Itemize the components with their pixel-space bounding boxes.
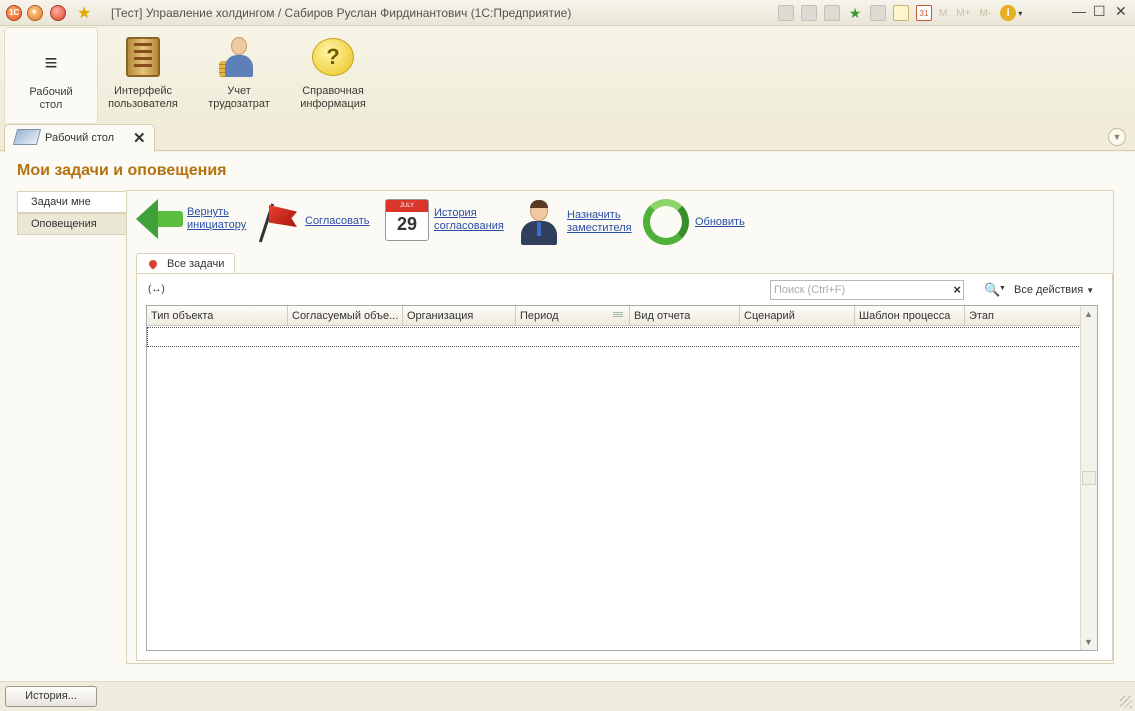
column-header[interactable]: Шаблон процесса	[855, 306, 965, 326]
status-bar: История...	[0, 682, 1135, 711]
memory-button-m[interactable]: M	[939, 8, 947, 19]
refresh-link[interactable]: Обновить	[695, 216, 745, 229]
section-labor-costs[interactable]: Учет трудозатрат	[196, 27, 282, 123]
table-row[interactable]	[147, 327, 1081, 347]
column-header[interactable]: Этап	[965, 306, 1081, 326]
search-field[interactable]: ×	[770, 280, 964, 300]
calendar-small-icon[interactable]: 31	[916, 5, 932, 21]
all-tasks-panel: (↔) × 🔍 ▼ Все действия ▼ Тип объекта Сог…	[136, 273, 1113, 661]
column-header-sorted[interactable]: Период	[516, 306, 630, 326]
section-label: Учет трудозатрат	[208, 85, 270, 110]
print-icon[interactable]	[801, 5, 817, 21]
approve-link[interactable]: Согласовать	[305, 215, 369, 228]
tasks-table: Тип объекта Согласуемый объе... Организа…	[146, 305, 1098, 651]
column-header[interactable]: Вид отчета	[630, 306, 740, 326]
calculator-icon[interactable]	[893, 5, 909, 21]
section-desktop[interactable]: ≡ Рабочий стол	[4, 27, 98, 123]
tab-desktop[interactable]: Рабочий стол ✕	[4, 124, 155, 152]
info-dropdown-icon[interactable]: ▾	[1018, 9, 1022, 18]
info-icon[interactable]: i	[1000, 5, 1017, 21]
scroll-thumb[interactable]	[1082, 471, 1096, 485]
column-label: Период	[520, 310, 559, 322]
resize-grip-icon[interactable]	[1120, 696, 1132, 708]
preview-icon[interactable]	[824, 5, 840, 21]
column-header[interactable]: Организация	[403, 306, 516, 326]
vertical-scrollbar[interactable]: ▲ ▼	[1080, 306, 1097, 650]
clear-search-icon[interactable]: ×	[953, 282, 961, 297]
title-bar: 1C ▾ ★ [Тест] Управление холдингом / Саб…	[0, 0, 1135, 26]
favorites-star-icon[interactable]: ★	[77, 3, 91, 23]
section-label: Справочная информация	[300, 85, 366, 110]
return-to-initiator-link[interactable]: Вернуть инициатору	[187, 206, 246, 232]
manager-icon	[517, 199, 561, 245]
all-actions-menu[interactable]: Все действия ▼	[1014, 284, 1094, 296]
approval-history-action[interactable]: JULY SATURDAY 29 История согласования	[385, 199, 504, 241]
menu-icon: ≡	[44, 50, 58, 75]
column-header[interactable]: Сценарий	[740, 306, 855, 326]
tasks-panel: Вернуть инициатору Согласовать JULY SATU…	[126, 190, 1114, 664]
approval-history-link[interactable]: История согласования	[434, 207, 504, 233]
back-arrow-icon	[136, 199, 184, 239]
window-title: [Тест] Управление холдингом / Сабиров Ру…	[111, 6, 572, 20]
window-close-icon[interactable]: ✕	[1115, 3, 1127, 20]
assign-deputy-action[interactable]: Назначить заместителя	[517, 199, 632, 245]
section-user-interface[interactable]: Интерфейс пользователя	[98, 27, 188, 123]
scroll-up-icon[interactable]: ▲	[1084, 309, 1093, 319]
toolbar-icons: ★ 31 M M+ M- i ▾	[778, 4, 1022, 22]
tabs-dropdown-icon[interactable]: ▼	[1108, 128, 1126, 146]
maximize-icon[interactable]: ☐	[1093, 3, 1106, 20]
section-label: Рабочий стол	[29, 86, 73, 111]
approve-action[interactable]: Согласовать	[257, 199, 369, 243]
main-content: Мои задачи и оповещения Задачи мне Опове…	[0, 152, 1135, 682]
close-tab-icon[interactable]: ✕	[133, 129, 146, 147]
all-actions-label: Все действия	[1014, 284, 1084, 296]
memory-button-mminus[interactable]: M-	[980, 8, 992, 19]
tasks-tab-icon	[147, 258, 159, 270]
worker-coins-icon	[217, 35, 261, 79]
main-menu-icon[interactable]: ▾	[27, 5, 43, 21]
expand-toggle[interactable]: (↔)	[148, 284, 165, 295]
chevron-down-icon: ▼	[1086, 286, 1095, 295]
flag-icon	[257, 199, 301, 243]
calendar-icon: JULY SATURDAY 29	[385, 199, 429, 241]
sections-panel: ≡ Рабочий стол Интерфейс пользователя Уч…	[0, 27, 1135, 123]
page-title: Мои задачи и оповещения	[17, 162, 227, 179]
history-button[interactable]: История...	[5, 686, 97, 707]
table-header: Тип объекта Согласуемый объе... Организа…	[147, 306, 1081, 326]
column-header[interactable]: Согласуемый объе...	[288, 306, 403, 326]
search-dropdown-icon[interactable]: ▼	[999, 285, 1006, 292]
recycle-icon	[643, 199, 689, 245]
sort-icon	[613, 312, 623, 318]
search-icon[interactable]: 🔍	[984, 282, 1000, 298]
tab-label: Рабочий стол	[45, 132, 115, 144]
side-tab-my-tasks[interactable]: Задачи мне	[17, 191, 128, 213]
search-input[interactable]	[771, 281, 941, 299]
memory-button-mplus[interactable]: M+	[956, 8, 970, 19]
tab-label: Все задачи	[167, 258, 225, 270]
refresh-action[interactable]: Обновить	[643, 199, 745, 245]
assign-deputy-link[interactable]: Назначить заместителя	[567, 209, 632, 235]
return-to-initiator-action[interactable]: Вернуть инициатору	[136, 199, 246, 239]
section-label: Интерфейс пользователя	[108, 85, 178, 110]
open-tabs-bar: Рабочий стол ✕ ▼	[0, 123, 1135, 152]
section-reference-info[interactable]: ? Справочная информация	[290, 27, 376, 123]
link-icon[interactable]	[870, 5, 886, 21]
close-circle-icon[interactable]	[50, 5, 66, 21]
tab-all-tasks[interactable]: Все задачи	[136, 253, 235, 274]
1c-logo-icon[interactable]: 1C	[6, 5, 22, 21]
add-favorite-icon[interactable]: ★	[847, 5, 863, 21]
side-tab-notifications[interactable]: Оповещения	[17, 213, 127, 235]
calendar-month: JULY SATURDAY	[386, 200, 428, 221]
column-header[interactable]: Тип объекта	[147, 306, 288, 326]
scroll-down-icon[interactable]: ▼	[1084, 637, 1093, 647]
desktop-tab-icon	[12, 129, 42, 145]
minimize-icon[interactable]: —	[1072, 3, 1086, 19]
question-icon: ?	[311, 35, 355, 79]
save-icon[interactable]	[778, 5, 794, 21]
abacus-icon	[121, 35, 165, 79]
